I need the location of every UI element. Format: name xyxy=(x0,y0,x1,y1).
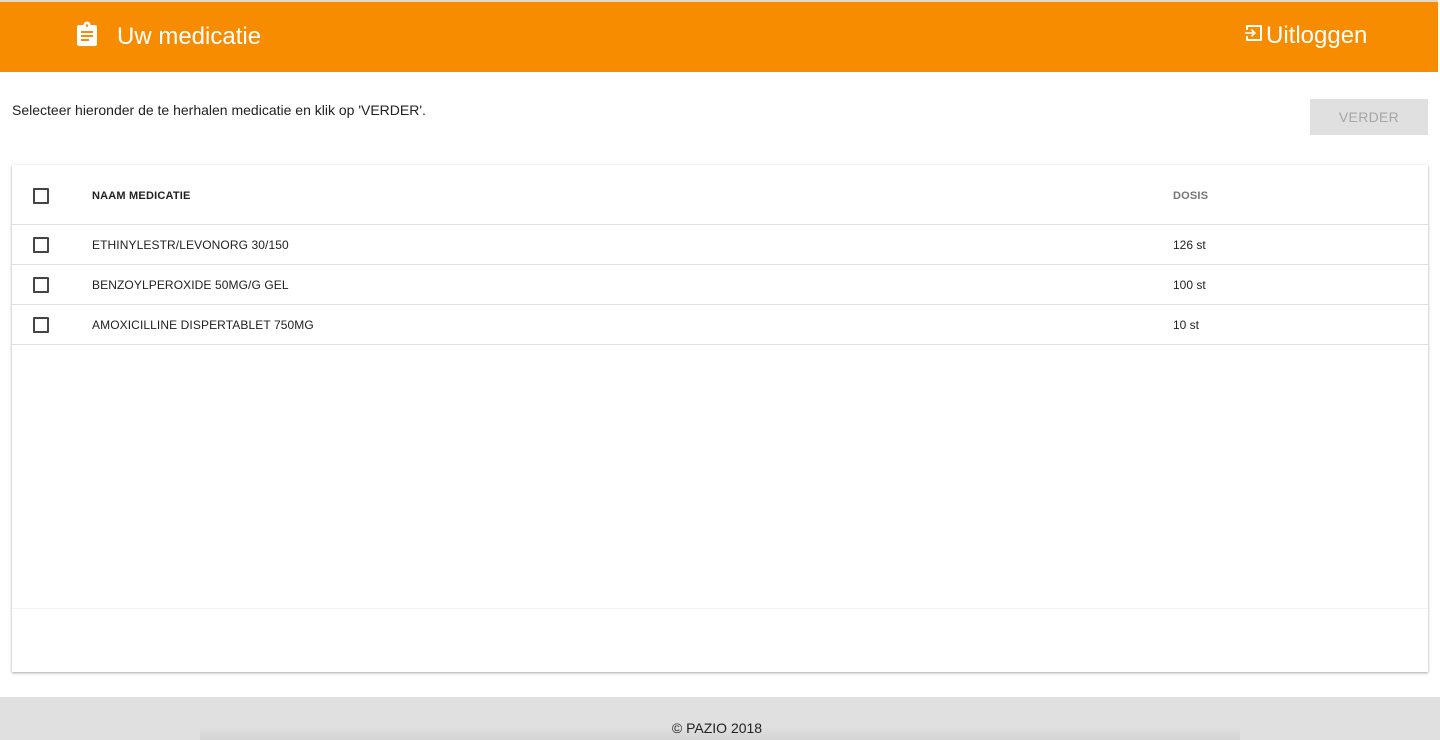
table-row[interactable]: AMOXICILLINE DISPERTABLET 750MG 10 st xyxy=(12,305,1428,345)
app-footer: © PAZIO 2018 xyxy=(0,697,1440,740)
footer-text-wrap: © PAZIO 2018 xyxy=(0,719,1440,737)
clipboard-icon xyxy=(75,21,99,47)
row-checkbox[interactable] xyxy=(33,317,49,333)
select-all-checkbox[interactable] xyxy=(33,188,49,204)
instruction-text: Selecteer hieronder de te herhalen medic… xyxy=(12,102,426,118)
logout-label: Uitloggen xyxy=(1266,22,1368,49)
row-checkbox[interactable] xyxy=(33,277,49,293)
verder-button[interactable]: VERDER xyxy=(1310,99,1428,135)
medication-dose: 100 st xyxy=(1173,278,1206,292)
header-top-border xyxy=(0,0,1440,2)
medication-name: BENZOYLPEROXIDE 50MG/G GEL xyxy=(92,278,289,292)
table-row[interactable]: ETHINYLESTR/LEVONORG 30/150 126 st xyxy=(12,225,1428,265)
medication-table: NAAM MEDICATIE DOSIS ETHINYLESTR/LEVONOR… xyxy=(12,165,1428,672)
page-title: Uw medicatie xyxy=(117,23,262,50)
table-header-row: NAAM MEDICATIE DOSIS xyxy=(12,165,1428,225)
app-header: Uw medicatie Uitloggen xyxy=(0,0,1440,72)
medication-dose: 126 st xyxy=(1173,238,1206,252)
medication-dose: 10 st xyxy=(1173,318,1200,332)
logout-icon xyxy=(1243,22,1265,44)
logout-button[interactable]: Uitloggen xyxy=(1243,20,1367,52)
medication-name: ETHINYLESTR/LEVONORG 30/150 xyxy=(92,238,289,252)
table-row[interactable]: BENZOYLPEROXIDE 50MG/G GEL 100 st xyxy=(12,265,1428,305)
copyright-text: © PAZIO 2018 xyxy=(671,720,763,736)
column-header-name[interactable]: NAAM MEDICATIE xyxy=(92,190,191,202)
medication-name: AMOXICILLINE DISPERTABLET 750MG xyxy=(92,318,314,332)
table-scroll-boundary xyxy=(12,608,1428,609)
row-checkbox[interactable] xyxy=(33,237,49,253)
column-header-dose[interactable]: DOSIS xyxy=(1173,190,1208,202)
